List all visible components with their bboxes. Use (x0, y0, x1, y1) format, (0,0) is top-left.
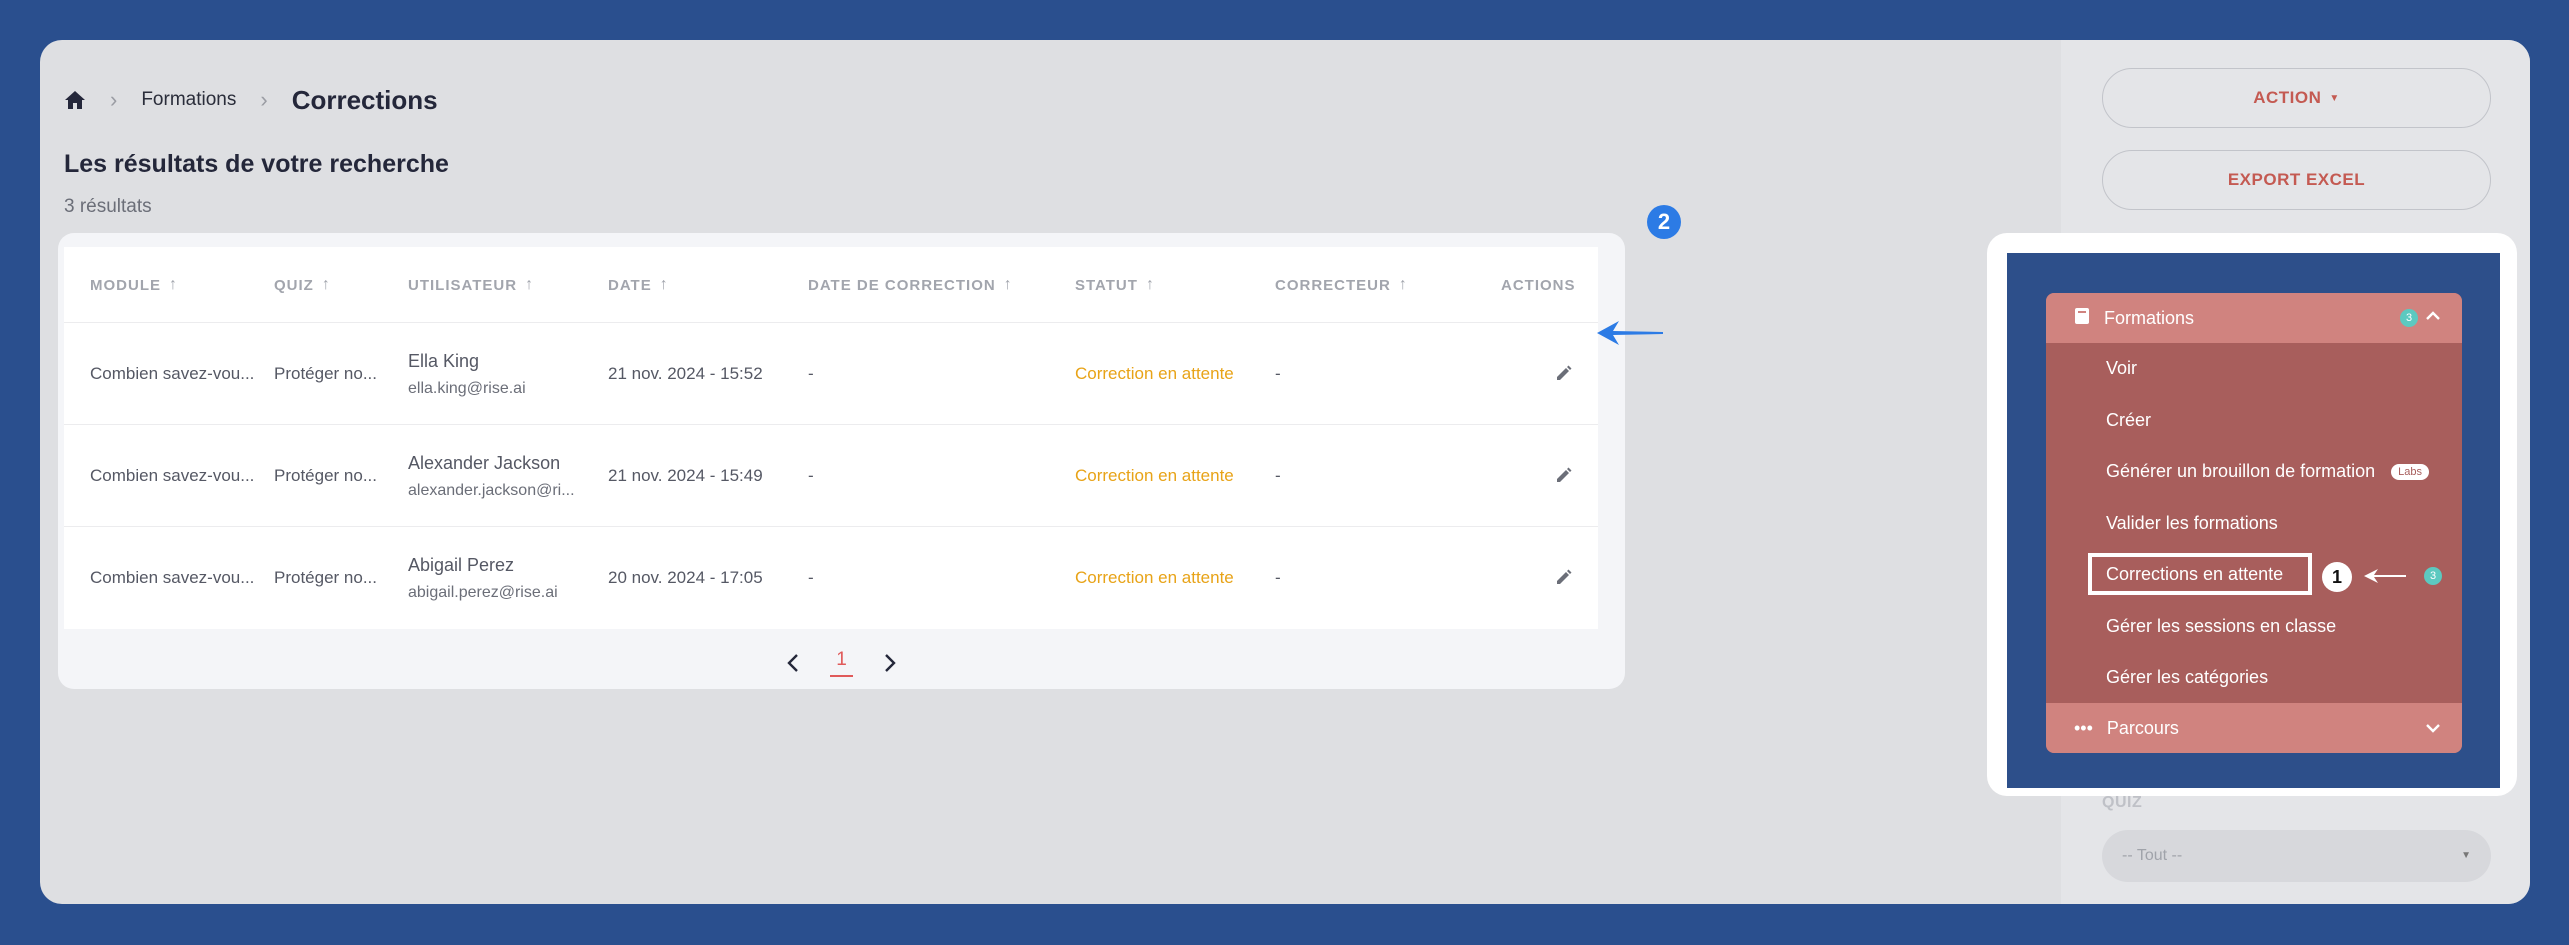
column-module[interactable]: MODULE ↑ (90, 247, 178, 323)
column-correction-date[interactable]: DATE DE CORRECTION ↑ (808, 247, 1013, 323)
column-actions: ACTIONS (1501, 276, 1576, 294)
edit-pencil-icon[interactable] (1554, 363, 1576, 385)
edit-pencil-icon[interactable] (1554, 465, 1576, 487)
breadcrumb: › Formations › Corrections (64, 82, 438, 118)
app-window: › Formations › Corrections Les résultats… (40, 40, 2530, 904)
prev-page-icon[interactable] (780, 650, 806, 676)
cell-user: Abigail Perez abigail.perez@rise.ai (408, 527, 598, 629)
sort-arrow-icon: ↑ (321, 276, 331, 293)
sort-arrow-icon: ↑ (1003, 276, 1013, 293)
sort-arrow-icon: ↑ (525, 276, 535, 293)
user-email: alexander.jackson@ri... (408, 481, 575, 499)
cell-quiz: Protéger no... (274, 466, 378, 485)
table-row: Combien savez-vou... Protéger no... Alex… (64, 425, 1598, 527)
cell-correction-date: - (808, 466, 814, 485)
cell-corrector: - (1275, 568, 1281, 587)
sort-arrow-icon: ↑ (169, 276, 178, 293)
chevron-down-icon[interactable] (2424, 719, 2442, 742)
column-status[interactable]: STATUT ↑ (1075, 247, 1155, 323)
menu-zoom-background: Formations 3 Voir Créer Générer un broui… (2007, 253, 2500, 788)
chevron-right-icon: › (260, 87, 268, 112)
menu-item-categories[interactable]: Gérer les catégories (2046, 652, 2462, 704)
user-name: Alexander Jackson (408, 452, 561, 473)
cell-user: Alexander Jackson alexander.jackson@ri... (408, 425, 598, 527)
status-badge: Correction en attente (1075, 364, 1234, 383)
step-badge-1: 1 (2322, 562, 2352, 592)
next-page-icon[interactable] (877, 650, 903, 676)
step-badge-2: 2 (1647, 205, 1681, 239)
arrow-left-icon (1595, 318, 1665, 353)
results-title: Les résultats de votre recherche (64, 150, 449, 178)
cell-module: Combien savez-vou... (90, 568, 255, 587)
quiz-filter-select[interactable]: -- Tout -- ▼ (2102, 830, 2491, 882)
cell-quiz: Protéger no... (274, 364, 378, 383)
results-table: MODULE ↑ QUIZ ↑ UTILISATEUR ↑ DATE ↑ DATE DE… (64, 247, 1598, 629)
cell-correction-date: - (808, 364, 814, 383)
menu-item-voir[interactable]: Voir (2046, 343, 2462, 395)
caret-down-icon: ▼ (2329, 92, 2340, 104)
cell-date: 21 nov. 2024 - 15:49 (608, 466, 763, 485)
status-badge: Correction en attente (1075, 568, 1234, 587)
menu-section-formations[interactable]: Formations 3 (2046, 293, 2462, 343)
table-row: Combien savez-vou... Protéger no... Abig… (64, 527, 1598, 629)
user-email: ella.king@rise.ai (408, 379, 526, 397)
cell-module: Combien savez-vou... (90, 466, 255, 485)
dots-icon: ••• (2074, 717, 2093, 738)
cell-date: 20 nov. 2024 - 17:05 (608, 568, 763, 587)
cell-corrector: - (1275, 466, 1281, 485)
page-number[interactable]: 1 (830, 649, 853, 677)
column-corrector[interactable]: CORRECTEUR ↑ (1275, 247, 1408, 323)
breadcrumb-formations[interactable]: Formations (141, 89, 236, 111)
nav-menu: Formations 3 Voir Créer Générer un broui… (2046, 293, 2462, 753)
pagination: 1 (58, 645, 1625, 681)
export-excel-button[interactable]: EXPORT EXCEL (2102, 150, 2491, 210)
menu-section-parcours[interactable]: ••• Parcours (2046, 703, 2462, 753)
page-title: Corrections (291, 84, 438, 115)
edit-pencil-icon[interactable] (1554, 567, 1576, 589)
sort-arrow-icon: ↑ (1145, 276, 1155, 293)
results-card: MODULE ↑ QUIZ ↑ UTILISATEUR ↑ DATE ↑ DATE DE… (58, 233, 1625, 689)
user-name: Ella King (408, 350, 480, 371)
cell-corrector: - (1275, 364, 1281, 383)
menu-item-creer[interactable]: Créer (2046, 395, 2462, 447)
cell-quiz: Protéger no... (274, 568, 378, 587)
user-email: abigail.perez@rise.ai (408, 583, 558, 601)
status-badge: Correction en attente (1075, 466, 1234, 485)
cell-user: Ella King ella.king@rise.ai (408, 323, 598, 425)
column-quiz[interactable]: QUIZ ↑ (274, 247, 331, 323)
column-date[interactable]: DATE ↑ (608, 247, 669, 323)
labs-badge: Labs (2391, 463, 2430, 480)
menu-item-corrections-en-attente[interactable]: Corrections en attente 1 3 (2046, 549, 2462, 601)
results-count: 3 résultats (64, 196, 152, 217)
menu-item-valider[interactable]: Valider les formations (2046, 498, 2462, 550)
count-badge: 3 (2400, 309, 2418, 327)
table-header: MODULE ↑ QUIZ ↑ UTILISATEUR ↑ DATE ↑ DATE DE… (64, 247, 1598, 323)
menu-zoom-callout: Formations 3 Voir Créer Générer un broui… (1987, 233, 2517, 796)
menu-item-generer-brouillon[interactable]: Générer un brouillon de formation Labs (2046, 446, 2462, 498)
user-name: Abigail Perez (408, 554, 515, 575)
cell-date: 21 nov. 2024 - 15:52 (608, 364, 763, 383)
menu-item-sessions[interactable]: Gérer les sessions en classe (2046, 601, 2462, 653)
sort-arrow-icon: ↑ (659, 276, 669, 293)
action-button[interactable]: ACTION ▼ (2102, 68, 2491, 128)
book-icon (2074, 307, 2090, 330)
table-row: Combien savez-vou... Protéger no... Ella… (64, 323, 1598, 425)
count-badge: 3 (2424, 567, 2442, 585)
sort-arrow-icon: ↑ (1398, 276, 1408, 293)
cell-module: Combien savez-vou... (90, 364, 255, 383)
home-icon[interactable] (64, 89, 86, 111)
chevron-up-icon[interactable] (2424, 307, 2442, 330)
column-user[interactable]: UTILISATEUR ↑ (408, 247, 534, 323)
cell-correction-date: - (808, 568, 814, 587)
caret-down-icon: ▼ (2461, 850, 2471, 861)
arrow-left-icon (2362, 567, 2408, 590)
chevron-right-icon: › (110, 87, 118, 112)
quiz-filter-label: QUIZ (2102, 794, 2143, 811)
